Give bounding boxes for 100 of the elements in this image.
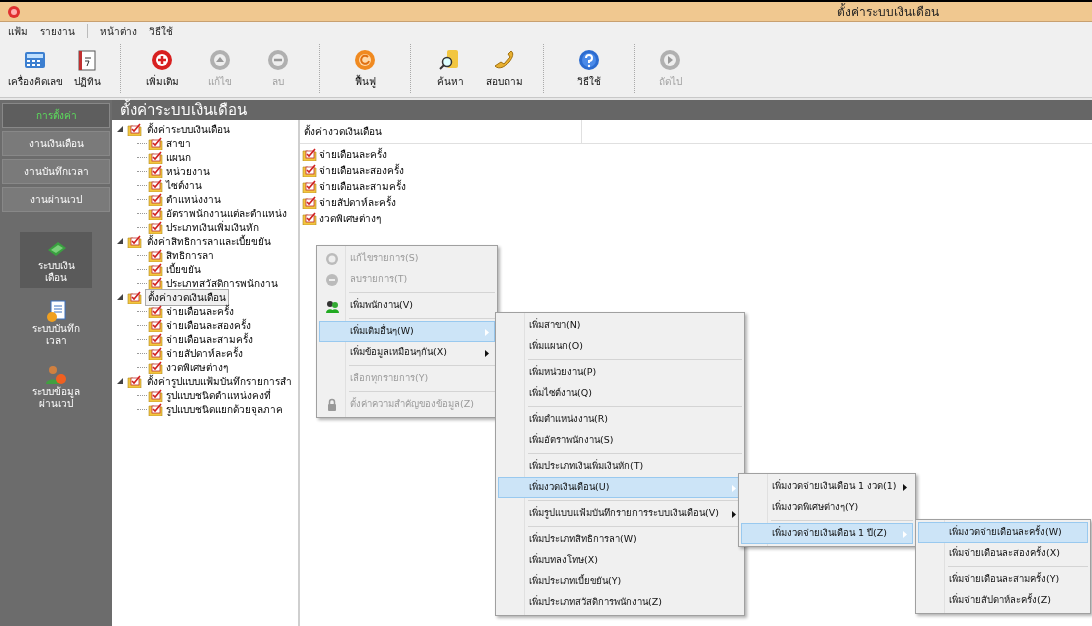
toolbar-button[interactable]: ปฏิทิน — [66, 40, 108, 97]
menu-item[interactable]: เพิ่มตำแหน่งงาน(R) — [498, 409, 742, 430]
tree-item[interactable]: สิทธิการลา — [166, 247, 214, 263]
tree-item[interactable]: ประเภทสวัสดิการพนักงาน — [166, 275, 278, 291]
menu-item[interactable]: เพิ่มจ่ายเดือนละสองครั้ง(X) — [918, 543, 1088, 564]
document-clock-icon — [44, 299, 68, 323]
lock-icon — [325, 398, 339, 412]
menu-item[interactable]: เพิ่มงวดจ่ายเงินเดือน 1 งวด(1) — [741, 476, 913, 497]
menu-item[interactable]: เพิ่มพนักงาน(V) — [319, 295, 495, 316]
minus-circle-icon — [325, 273, 339, 287]
tree-item[interactable]: รูปแบบชนิดแยกด้วยจุลภาค — [166, 401, 283, 417]
folder-check-icon — [127, 234, 142, 248]
tree-item[interactable]: รูปแบบชนิดตำแหน่งคงที่ — [166, 387, 271, 403]
menu-item[interactable]: เพิ่มงวดจ่ายเงินเดือน 1 ปี(Z) — [741, 523, 913, 544]
toolbar-button[interactable]: เครื่องคิดเลข — [4, 40, 66, 97]
folder-check-icon — [127, 374, 142, 388]
folder-check-icon — [148, 332, 163, 346]
menu-item[interactable]: วิธีใช้ — [145, 23, 177, 39]
tree-item[interactable]: ประเภทเงินเพิ่มเงินหัก — [166, 219, 259, 235]
section-header: ตั้งค่าระบบเงินเดือน — [112, 100, 1092, 120]
menu-item[interactable]: เพิ่มหน่วยงาน(P) — [498, 362, 742, 383]
menu-item[interactable]: เพิ่มข้อมูลเหมือนๆกัน(X) — [319, 342, 495, 363]
menu-item[interactable]: เพิ่มรูปแบบแฟ้มบันทึกรายการระบบเงินเดือน(V) — [498, 503, 742, 524]
list-item[interactable]: จ่ายเดือนละสองครั้ง — [319, 162, 404, 178]
menu-item[interactable]: เพิ่มจ่ายเดือนละสามครั้ง(Y) — [918, 569, 1088, 590]
toolbar-button[interactable]: วิธีใช้ — [556, 40, 622, 97]
sidebar-tab[interactable]: การตั้งค่า — [2, 103, 110, 128]
toolbar-button[interactable]: ค้นหา — [423, 40, 477, 97]
tree-item[interactable]: จ่ายเดือนละสองครั้ง — [166, 317, 251, 333]
tree-item[interactable]: จ่ายเดือนละสามครั้ง — [166, 331, 253, 347]
calendar-icon — [75, 48, 99, 72]
menu-item[interactable]: หน้าต่าง — [96, 23, 141, 39]
tree-item[interactable]: หน่วยงาน — [166, 163, 210, 179]
menu-item[interactable]: รายงาน — [36, 23, 79, 39]
menu-item[interactable]: เพิ่มแผนก(O) — [498, 336, 742, 357]
menu-item[interactable]: เพิ่มประเภทเบี้ยขยัน(Y) — [498, 571, 742, 592]
folder-check-icon — [148, 318, 163, 332]
tree-item[interactable]: สาขา — [166, 135, 191, 151]
folder-check-icon — [148, 360, 163, 374]
folder-check-icon — [148, 178, 163, 192]
plus-circle-icon — [150, 48, 174, 72]
help-icon — [577, 48, 601, 72]
menu-item[interactable]: แฟ้ม — [4, 23, 32, 39]
folder-check-icon — [148, 206, 163, 220]
menu-item[interactable]: เพิ่มประเภทเงินเพิ่มเงินหัก(T) — [498, 456, 742, 477]
tree-item[interactable]: งวดพิเศษต่างๆ — [166, 359, 228, 375]
menu-item[interactable]: เพิ่มประเภทสวัสดิการพนักงาน(Z) — [498, 592, 742, 613]
toolbar-button[interactable]: สอบถาม — [477, 40, 531, 97]
tree-item[interactable]: ไซต์งาน — [166, 177, 202, 193]
menu-item[interactable]: เพิ่มเติมอื่นๆ(W) — [319, 321, 495, 342]
refresh-circle-icon — [353, 48, 377, 72]
tree-item[interactable]: ตั้งค่างวดเงินเดือน — [145, 288, 229, 306]
play-circle-icon — [658, 48, 682, 72]
submenu-arrow-icon — [903, 531, 907, 538]
menu-item[interactable]: เพิ่มอัตราพนักงาน(S) — [498, 430, 742, 451]
menu-item[interactable]: เพิ่มงวดจ่ายเดือนละครั้ง(W) — [918, 522, 1088, 543]
triangle-icon — [117, 126, 123, 132]
list-item[interactable]: จ่ายสัปดาห์ละครั้ง — [319, 194, 396, 210]
sidebar-tab[interactable]: งานบันทึกเวลา — [2, 159, 110, 184]
module-button[interactable]: ระบบข้อมูล ผ่านเวป — [20, 358, 92, 414]
folder-check-icon — [148, 276, 163, 290]
tree-item[interactable]: ตั้งค่าสิทธิการลาและเบี้ยขยัน — [145, 233, 273, 249]
folder-check-icon — [148, 248, 163, 262]
folder-check-icon — [148, 164, 163, 178]
tree-item[interactable]: ตำแหน่งงาน — [166, 191, 221, 207]
menu-item[interactable]: เพิ่มจ่ายสัปดาห์ละครั้ง(Z) — [918, 590, 1088, 611]
triangle-icon — [117, 238, 123, 244]
tree-item[interactable]: จ่ายเดือนละครั้ง — [166, 303, 234, 319]
tree-item[interactable]: ตั้งค่าระบบเงินเดือน — [145, 121, 232, 137]
menu-item[interactable]: เพิ่มสาขา(N) — [498, 315, 742, 336]
tree-item[interactable]: เบี้ยขยัน — [166, 261, 201, 277]
submenu-arrow-icon — [732, 485, 736, 492]
toolbar-button[interactable]: เพิ่มเติม — [133, 40, 191, 97]
tree-item[interactable]: อัตราพนักงานแต่ละตำแหน่ง — [166, 205, 287, 221]
menu-item[interactable]: เพิ่มบทลงโทษ(X) — [498, 550, 742, 571]
minus-circle-icon — [266, 48, 290, 72]
folder-check-icon — [148, 388, 163, 402]
people-icon — [325, 299, 339, 313]
menu-item[interactable]: เพิ่มประเภทสิทธิการลา(W) — [498, 529, 742, 550]
triangle-icon — [117, 378, 123, 384]
module-button[interactable]: ระบบบันทึก เวลา — [20, 295, 92, 351]
triangle-icon — [117, 294, 123, 300]
folder-check-icon — [148, 150, 163, 164]
sidebar-tab[interactable]: งานเงินเดือน — [2, 131, 110, 156]
folder-check-icon — [148, 304, 163, 318]
tree-item[interactable]: ตั้งค่ารูปแบบแฟ้มบันทึกรายการสำ — [145, 373, 294, 389]
list-item[interactable]: จ่ายเดือนละสามครั้ง — [319, 178, 406, 194]
sidebar-tab[interactable]: งานผ่านเวป — [2, 187, 110, 212]
toolbar-button[interactable]: ฟื้นฟู — [332, 40, 398, 97]
list-item[interactable]: จ่ายเดือนละครั้ง — [319, 146, 387, 162]
menu-item[interactable]: เพิ่มไซต์งาน(Q) — [498, 383, 742, 404]
menu-item[interactable]: เพิ่มงวดพิเศษต่างๆ(Y) — [741, 497, 913, 518]
list-item[interactable]: งวดพิเศษต่างๆ — [319, 210, 381, 226]
folder-check-icon — [148, 192, 163, 206]
column-header[interactable]: ตั้งค่างวดเงินเดือน — [300, 120, 582, 143]
tree-item[interactable]: จ่ายสัปดาห์ละครั้ง — [166, 345, 243, 361]
module-button[interactable]: ระบบเงิน เดือน — [20, 232, 92, 288]
tree-item[interactable]: แผนก — [166, 149, 191, 165]
window-title: ตั้งค่าระบบเงินเดือน — [837, 2, 939, 21]
folder-check-icon — [127, 290, 142, 304]
